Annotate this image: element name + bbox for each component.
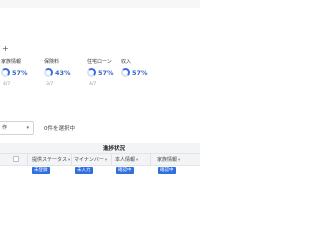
card-count: 4/7 bbox=[3, 82, 11, 87]
column-header-status[interactable]: 提供ステータス▾ bbox=[32, 156, 70, 163]
select-all-checkbox[interactable] bbox=[13, 156, 19, 162]
status-badge: 未入力 bbox=[75, 167, 93, 174]
card-percent: 43% bbox=[55, 69, 71, 77]
card-count: 4/7 bbox=[89, 82, 97, 87]
progress-ring-icon bbox=[121, 68, 130, 77]
status-badge: 未登録 bbox=[32, 167, 50, 174]
filter-icon[interactable]: ▾ bbox=[105, 158, 107, 163]
top-bar bbox=[0, 0, 200, 8]
filter-icon[interactable]: ▾ bbox=[68, 158, 70, 163]
table-toolbar: 作 ▾ 0件を選択中 bbox=[0, 121, 200, 137]
card-percent: 57% bbox=[12, 69, 28, 77]
column-divider bbox=[27, 154, 28, 165]
selected-count: 0件を選択中 bbox=[44, 126, 75, 132]
employee-table: 進捗状況 提供ステータス▾ マイナンバー▾ 本人情報▾ 家族情報▾ 未登録 未入… bbox=[0, 143, 200, 200]
column-divider bbox=[150, 154, 151, 165]
card-percent: 57% bbox=[98, 69, 114, 77]
column-header-my-number[interactable]: マイナンバー▾ bbox=[74, 156, 107, 163]
progress-group-header: 進捗状況 bbox=[103, 146, 126, 152]
status-badge: 確認中 bbox=[158, 167, 176, 174]
progress-ring-icon bbox=[44, 68, 53, 77]
progress-ring-icon bbox=[1, 68, 10, 77]
table-header-row: 提供ステータス▾ マイナンバー▾ 本人情報▾ 家族情報▾ bbox=[0, 154, 200, 166]
bulk-action-label: 作 bbox=[2, 125, 8, 131]
card-label: 保険料 bbox=[44, 59, 60, 65]
column-divider bbox=[111, 154, 112, 165]
table-row[interactable]: 未登録 未入力 確認中 確認中 bbox=[0, 166, 200, 176]
column-header-personal-info[interactable]: 本人情報▾ bbox=[115, 156, 138, 163]
chevron-down-icon: ▾ bbox=[26, 125, 29, 131]
column-header-family-info[interactable]: 家族情報▾ bbox=[157, 156, 180, 163]
card-label: 住宅ローン bbox=[87, 59, 112, 65]
plus-icon[interactable]: + bbox=[2, 45, 9, 53]
card-label: 家族情報 bbox=[1, 59, 22, 65]
column-divider bbox=[71, 154, 72, 165]
filter-icon[interactable]: ▾ bbox=[178, 158, 180, 163]
progress-ring-icon bbox=[87, 68, 96, 77]
card-count: 3/7 bbox=[46, 82, 54, 87]
card-label: 収入 bbox=[121, 59, 132, 65]
filter-icon[interactable]: ▾ bbox=[136, 158, 138, 163]
status-badge: 確認中 bbox=[116, 167, 134, 174]
column-group-row: 進捗状況 bbox=[0, 143, 200, 154]
card-percent: 57% bbox=[132, 69, 148, 77]
bulk-action-dropdown[interactable]: 作 ▾ bbox=[0, 121, 34, 135]
